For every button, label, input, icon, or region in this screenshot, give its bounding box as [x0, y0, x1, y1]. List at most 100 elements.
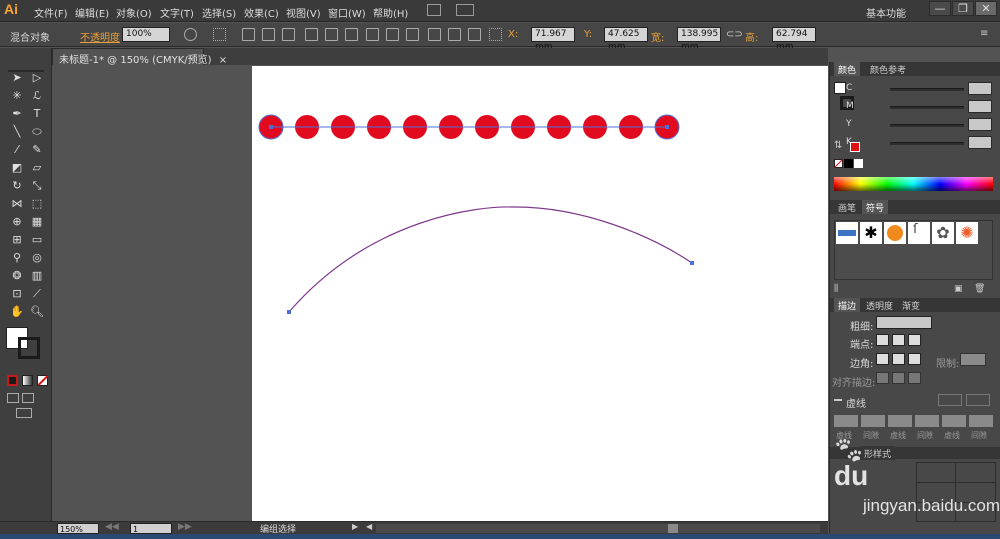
y-field[interactable]: 47.625 mm: [604, 27, 648, 52]
tab-symbols[interactable]: 符号: [862, 200, 889, 214]
tab-transparency[interactable]: 透明度: [862, 298, 898, 312]
selection-tool-icon[interactable]: ➤: [9, 70, 25, 86]
distribute-right-icon[interactable]: [468, 28, 481, 41]
gradient-tool-icon[interactable]: ▭: [29, 232, 45, 248]
align-center-stroke-icon[interactable]: [876, 372, 889, 384]
distribute-hcenter-icon[interactable]: [448, 28, 461, 41]
tab-gradient[interactable]: 渐变: [898, 298, 925, 312]
menu-select[interactable]: 选择(S): [202, 5, 236, 20]
eyedropper-icon[interactable]: ⚲: [9, 250, 25, 266]
bevel-join-icon[interactable]: [908, 353, 921, 365]
dash-preserve-icon[interactable]: [938, 394, 962, 406]
none-swatch[interactable]: [834, 159, 843, 168]
horizontal-scrollbar[interactable]: [376, 524, 820, 533]
round-cap-icon[interactable]: [892, 334, 905, 346]
lasso-icon[interactable]: ℒ: [29, 88, 45, 104]
align-left-icon[interactable]: [242, 28, 255, 41]
menu-window[interactable]: 窗口(W): [328, 5, 366, 20]
draw-normal-icon[interactable]: [7, 393, 19, 403]
dash-align-icon[interactable]: [966, 394, 990, 406]
slider-m-track[interactable]: [890, 106, 964, 109]
pen-tool-icon[interactable]: ✒: [9, 106, 25, 122]
reference-point-icon[interactable]: [213, 28, 226, 41]
horizontal-scroll-thumb[interactable]: [668, 524, 678, 533]
magic-wand-icon[interactable]: ✳: [9, 88, 25, 104]
miter-join-icon[interactable]: [876, 353, 889, 365]
recolor-icon[interactable]: [184, 28, 197, 41]
draw-behind-icon[interactable]: [22, 393, 34, 403]
bridge-icon[interactable]: [427, 4, 441, 16]
width-field[interactable]: 138.995 mm: [677, 27, 721, 52]
line-tool-icon[interactable]: ╲: [9, 124, 25, 140]
align-right-icon[interactable]: [282, 28, 295, 41]
slice-tool-icon[interactable]: ⟋: [29, 286, 45, 302]
symbol-3[interactable]: [884, 222, 906, 244]
align-outside-stroke-icon[interactable]: [908, 372, 921, 384]
square-cap-icon[interactable]: [908, 334, 921, 346]
tab-stroke[interactable]: 描边: [834, 298, 861, 312]
slider-k-track[interactable]: [890, 142, 964, 145]
close-tab-icon[interactable]: ×: [219, 55, 227, 66]
menu-effect[interactable]: 效果(C): [244, 5, 279, 20]
distribute-middle-icon[interactable]: [386, 28, 399, 41]
scroll-left-icon[interactable]: ◀: [366, 522, 372, 531]
close-button[interactable]: ✕: [975, 1, 997, 16]
distribute-left-icon[interactable]: [428, 28, 441, 41]
gradient-mode-icon[interactable]: [22, 375, 33, 386]
height-field[interactable]: 62.794 mm: [772, 27, 816, 52]
width-tool-icon[interactable]: ⋈: [9, 196, 25, 212]
slider-k[interactable]: K: [840, 136, 992, 150]
symbol-library-icon[interactable]: ⫼: [834, 284, 838, 294]
opacity-field[interactable]: 100%: [122, 27, 170, 42]
symbol-6[interactable]: ✺: [956, 222, 978, 244]
mesh-tool-icon[interactable]: ⊞: [9, 232, 25, 248]
black-swatch[interactable]: [844, 159, 853, 168]
white-swatch[interactable]: [854, 159, 863, 168]
limit-field[interactable]: [960, 353, 986, 366]
slider-c-value[interactable]: [968, 82, 992, 95]
align-middle-icon[interactable]: [325, 28, 338, 41]
distribute-top-icon[interactable]: [366, 28, 379, 41]
artwork-svg[interactable]: [252, 66, 828, 521]
zoom-tool-icon[interactable]: 🔍︎: [29, 304, 45, 320]
butt-cap-icon[interactable]: [876, 334, 889, 346]
screen-mode-icon[interactable]: [16, 408, 32, 418]
stroke-weight-field[interactable]: [876, 316, 932, 329]
slider-k-value[interactable]: [968, 136, 992, 149]
stroke-swatch[interactable]: [18, 337, 40, 359]
page-field[interactable]: 1: [130, 523, 172, 534]
tab-color-guide[interactable]: 颜色参考: [866, 62, 911, 76]
transform-reference-icon[interactable]: [489, 28, 502, 41]
status-menu-icon[interactable]: ▶: [352, 522, 358, 531]
slider-m[interactable]: M: [840, 100, 992, 114]
slider-c-track[interactable]: [890, 88, 964, 91]
align-bottom-icon[interactable]: [345, 28, 358, 41]
symbol-sprayer-icon[interactable]: ❂: [9, 268, 25, 284]
direct-selection-tool-icon[interactable]: ▷: [29, 70, 45, 86]
align-inside-stroke-icon[interactable]: [892, 372, 905, 384]
arrange-documents-icon[interactable]: [456, 4, 474, 16]
color-spectrum[interactable]: [834, 177, 993, 191]
slider-y-track[interactable]: [890, 124, 964, 127]
ellipse-tool-icon[interactable]: ⬭: [29, 124, 45, 140]
first-page-icon[interactable]: ◀◀: [105, 522, 119, 532]
type-tool-icon[interactable]: T: [29, 106, 45, 122]
blend-tool-icon[interactable]: ◎: [29, 250, 45, 266]
opacity-link[interactable]: 不透明度: [80, 29, 120, 44]
rotate-tool-icon[interactable]: ↻: [9, 178, 25, 194]
artboard-tool-icon[interactable]: ⊡: [9, 286, 25, 302]
free-transform-icon[interactable]: ⬚: [29, 196, 45, 212]
slider-m-value[interactable]: [968, 100, 992, 113]
hand-tool-icon[interactable]: ✋: [9, 304, 25, 320]
zoom-field[interactable]: 150%: [57, 523, 99, 534]
menu-type[interactable]: 文字(T): [160, 5, 194, 20]
eraser-icon[interactable]: ▱: [29, 160, 45, 176]
menu-view[interactable]: 视图(V): [286, 5, 321, 20]
swap-colors-icon[interactable]: ⇅: [834, 140, 842, 151]
delete-symbol-icon[interactable]: 🗑︎: [974, 284, 985, 294]
blob-brush-icon[interactable]: ◩: [9, 160, 25, 176]
shape-builder-icon[interactable]: ⊕: [9, 214, 25, 230]
scale-tool-icon[interactable]: ⤡: [29, 178, 45, 194]
menu-file[interactable]: 文件(F): [34, 5, 68, 20]
menu-edit[interactable]: 编辑(E): [75, 5, 109, 20]
